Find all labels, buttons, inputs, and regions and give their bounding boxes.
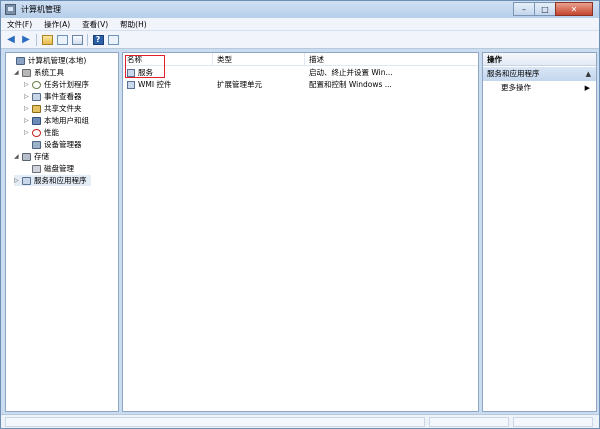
tree-item-local-users-groups[interactable]: ▷ 本地用户和组 — [24, 115, 89, 126]
system-tools-icon — [22, 68, 31, 77]
local-users-icon — [32, 116, 41, 125]
computer-management-icon — [16, 56, 25, 65]
window-controls: – □ ✕ — [513, 2, 593, 16]
performance-icon — [32, 128, 41, 137]
toolbar-separator — [36, 33, 37, 46]
minimize-button[interactable]: – — [513, 2, 535, 16]
back-arrow-icon: ◀ — [7, 34, 15, 45]
tree-item-performance[interactable]: ▷ 性能 — [24, 127, 59, 138]
submenu-arrow-icon: ▶ — [584, 84, 590, 92]
menu-action[interactable]: 操作(A) — [38, 19, 76, 30]
column-header-type[interactable]: 类型 — [213, 53, 305, 66]
toolbar-separator — [87, 33, 88, 46]
list-item-name: WMI 控件 — [138, 80, 172, 89]
list-item-description: 启动、终止并设置 Win... — [309, 68, 393, 77]
up-level-button[interactable] — [41, 34, 53, 46]
forward-arrow-icon: ▶ — [22, 34, 30, 45]
toolbar: ◀ ▶ ? — [1, 31, 599, 49]
tree-item-storage[interactable]: ◢ 存储 — [14, 151, 49, 162]
help-icon: ? — [92, 34, 104, 45]
window-title: 计算机管理 — [21, 5, 61, 14]
forward-button[interactable]: ▶ — [20, 34, 32, 46]
expand-icon[interactable]: ▷ — [24, 81, 30, 88]
list-header: 名称 类型 描述 — [123, 53, 478, 66]
expand-icon[interactable]: ▷ — [24, 129, 30, 136]
title-bar: 计算机管理 – □ ✕ — [1, 1, 599, 18]
status-cell — [513, 417, 593, 427]
tree-item-label: 性能 — [44, 128, 59, 137]
tree-item-label: 计算机管理(本地) — [28, 56, 87, 65]
tree-item-event-viewer[interactable]: ▷ 事件查看器 — [24, 91, 82, 102]
tree-item-label: 系统工具 — [34, 68, 64, 77]
tree-item-label: 任务计划程序 — [44, 80, 89, 89]
actions-section-label: 服务和应用程序 — [487, 69, 540, 78]
close-button[interactable]: ✕ — [555, 2, 593, 16]
tree-item-shared-folders[interactable]: ▷ 共享文件夹 — [24, 103, 82, 114]
menu-file[interactable]: 文件(F) — [1, 19, 38, 30]
show-hide-tree-button[interactable] — [56, 34, 68, 46]
status-cell — [5, 417, 425, 427]
export-list-icon — [71, 34, 83, 45]
menu-help[interactable]: 帮助(H) — [114, 19, 153, 30]
tree-item-services-applications[interactable]: ▷ 服务和应用程序 — [14, 175, 91, 186]
results-list: 名称 类型 描述 服务 启动、终止并设置 Win... WMI 控件 扩展管理单… — [122, 52, 479, 412]
tree-item-label: 设备管理器 — [44, 140, 82, 149]
help-button[interactable]: ? — [92, 34, 104, 46]
services-apps-icon — [22, 176, 31, 185]
actions-pane: 操作 服务和应用程序 ▲ 更多操作 ▶ — [482, 52, 597, 412]
more-actions-item[interactable]: 更多操作 ▶ — [483, 82, 596, 94]
status-cell — [429, 417, 509, 427]
list-item-description: 配置和控制 Windows ... — [309, 80, 392, 89]
show-hide-tree-icon — [56, 34, 68, 45]
disk-management-icon — [32, 164, 41, 173]
tree-item-label: 本地用户和组 — [44, 116, 89, 125]
back-button[interactable]: ◀ — [5, 34, 17, 46]
more-actions-label: 更多操作 — [501, 83, 531, 92]
show-action-pane-icon — [107, 34, 119, 45]
status-bar — [1, 414, 599, 428]
wmi-control-icon — [127, 81, 135, 89]
shared-folders-icon — [32, 104, 41, 113]
expand-icon[interactable]: ▷ — [24, 105, 30, 112]
show-action-pane-button[interactable] — [107, 34, 119, 46]
menu-view[interactable]: 查看(V) — [76, 19, 114, 30]
list-item-type: 扩展管理单元 — [217, 80, 262, 89]
computer-management-window: 计算机管理 – □ ✕ 文件(F) 操作(A) 查看(V) 帮助(H) ◀ ▶ … — [0, 0, 600, 429]
tree-item-task-scheduler[interactable]: ▷ 任务计划程序 — [24, 79, 89, 90]
collapse-icon[interactable]: ◢ — [14, 153, 20, 160]
tree-item-system-tools[interactable]: ◢ 系统工具 — [14, 67, 64, 78]
expand-icon[interactable]: ▷ — [24, 117, 30, 124]
storage-icon — [22, 152, 31, 161]
actions-section-services-apps[interactable]: 服务和应用程序 ▲ — [483, 67, 596, 81]
collapse-icon[interactable]: ◢ — [14, 69, 20, 76]
tree-item-label: 存储 — [34, 152, 49, 161]
computer-management-icon — [5, 4, 16, 15]
annotation-highlight-box — [125, 55, 165, 78]
actions-header: 操作 — [483, 53, 596, 66]
expand-icon[interactable]: ▷ — [14, 177, 20, 184]
event-viewer-icon — [32, 92, 41, 101]
tree-item-label: 服务和应用程序 — [34, 176, 87, 185]
tree-item-label: 事件查看器 — [44, 92, 82, 101]
task-scheduler-icon — [32, 80, 41, 89]
tree-item-disk-management[interactable]: 磁盘管理 — [24, 163, 74, 174]
collapse-up-icon[interactable]: ▲ — [586, 67, 591, 81]
export-list-button[interactable] — [71, 34, 83, 46]
console-tree: 计算机管理(本地) ◢ 系统工具 ▷ 任务计划程序 ▷ 事件查看器 ▷ 共享文件… — [5, 52, 119, 412]
up-folder-icon — [41, 34, 53, 45]
maximize-button[interactable]: □ — [534, 2, 556, 16]
list-item-services[interactable]: 服务 启动、终止并设置 Win... — [123, 67, 478, 79]
expand-icon[interactable]: ▷ — [24, 93, 30, 100]
menu-bar: 文件(F) 操作(A) 查看(V) 帮助(H) — [1, 18, 599, 31]
tree-item-label: 磁盘管理 — [44, 164, 74, 173]
tree-item-computer-management[interactable]: 计算机管理(本地) — [8, 55, 86, 66]
tree-item-device-manager[interactable]: 设备管理器 — [24, 139, 82, 150]
tree-item-label: 共享文件夹 — [44, 104, 82, 113]
column-header-description[interactable]: 描述 — [305, 53, 478, 66]
list-item-wmi-control[interactable]: WMI 控件 扩展管理单元 配置和控制 Windows ... — [123, 79, 478, 91]
device-manager-icon — [32, 140, 41, 149]
